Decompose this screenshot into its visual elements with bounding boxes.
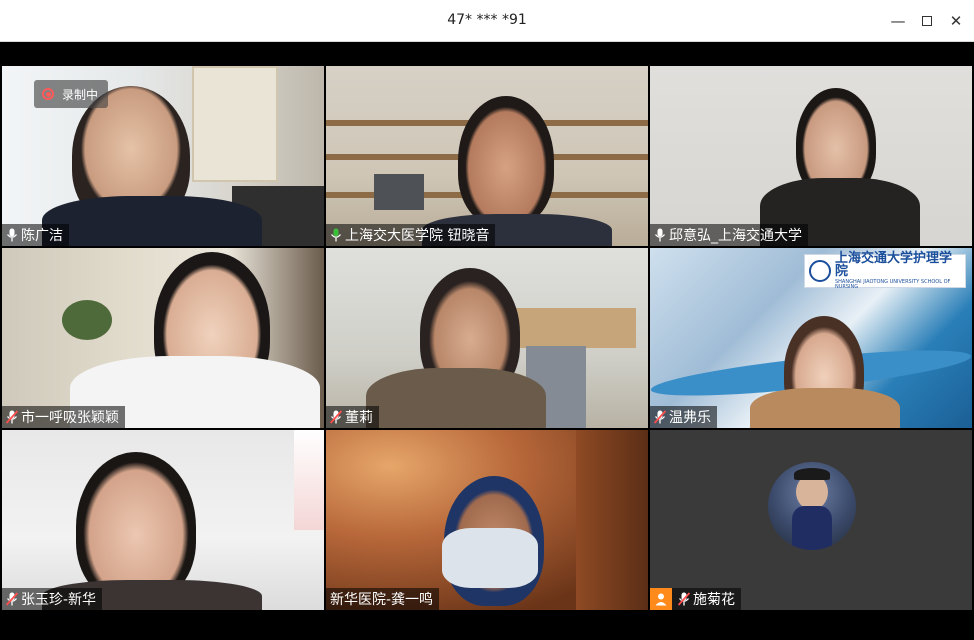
participant-face bbox=[458, 96, 554, 226]
participant-namebar: 邱意弘_上海交通大学 bbox=[650, 224, 808, 246]
participant-namebar: 陈广洁 bbox=[2, 224, 69, 246]
participant-namebar: 新华医院-龚一鸣 bbox=[326, 588, 440, 610]
mic-icon bbox=[654, 228, 666, 242]
mic-muted-icon bbox=[330, 410, 342, 424]
participant-body bbox=[750, 388, 900, 428]
maximize-button[interactable] bbox=[916, 10, 938, 32]
video-tile[interactable]: 张玉珍-新华 bbox=[2, 430, 324, 610]
wall-calligraphy bbox=[192, 66, 278, 182]
window-decoration bbox=[294, 430, 324, 530]
recording-label: 录制中 bbox=[62, 87, 99, 102]
participant-name: 新华医院-龚一鸣 bbox=[330, 592, 434, 608]
participant-name: 市一呼吸张颖颖 bbox=[21, 410, 119, 426]
mic-icon bbox=[6, 228, 18, 242]
minimize-icon: — bbox=[890, 12, 906, 30]
video-grid: 录制中 陈广洁 上海交大医学院 钮晓音 邱意弘_上海交通大学 市一呼吸张颖颖 董… bbox=[2, 66, 972, 612]
logo-title: 上海交通大学护理学院 bbox=[835, 251, 953, 279]
participant-avatar bbox=[768, 462, 856, 550]
maximize-icon bbox=[922, 16, 932, 26]
participant-name: 张玉珍-新华 bbox=[21, 592, 97, 608]
close-button[interactable]: ✕ bbox=[945, 10, 967, 32]
video-tile[interactable]: 上海交通大学护理学院 SHANGHAI JIAOTONG UNIVERSITY … bbox=[650, 248, 972, 428]
window-titlebar: 47* *** *91 — ✕ bbox=[0, 0, 974, 42]
participant-namebar: 施菊花 bbox=[650, 588, 741, 610]
participant-body bbox=[42, 196, 262, 246]
video-tile[interactable]: 新华医院-龚一鸣 bbox=[326, 430, 648, 610]
recording-indicator: 录制中 bbox=[34, 80, 109, 108]
school-logo: 上海交通大学护理学院 SHANGHAI JIAOTONG UNIVERSITY … bbox=[804, 251, 966, 290]
logo-subtitle: SHANGHAI JIAOTONG UNIVERSITY SCHOOL OF N… bbox=[835, 279, 951, 290]
video-tile[interactable]: 录制中 陈广洁 bbox=[2, 66, 324, 246]
participant-body bbox=[366, 368, 546, 428]
participant-name: 董莉 bbox=[345, 410, 373, 426]
participant-name: 施菊花 bbox=[693, 592, 735, 608]
video-tile[interactable]: 市一呼吸张颖颖 bbox=[2, 248, 324, 428]
participant-name: 陈广洁 bbox=[21, 228, 63, 244]
mic-muted-icon bbox=[678, 592, 690, 606]
wood-panel bbox=[576, 430, 648, 610]
face-mask bbox=[442, 528, 538, 588]
video-tile-camera-off[interactable]: 施菊花 bbox=[650, 430, 972, 610]
participant-namebar: 温弗乐 bbox=[650, 406, 717, 428]
video-tile[interactable]: 邱意弘_上海交通大学 bbox=[650, 66, 972, 246]
close-icon: ✕ bbox=[949, 12, 963, 30]
participant-namebar: 市一呼吸张颖颖 bbox=[2, 406, 125, 428]
video-tile[interactable]: 董莉 bbox=[326, 248, 648, 428]
plant bbox=[62, 300, 112, 340]
participant-name: 上海交大医学院 钮晓音 bbox=[345, 228, 490, 244]
top-toolbar-area bbox=[2, 42, 972, 66]
window-title: 47* *** *91 bbox=[447, 12, 527, 28]
mic-muted-icon bbox=[654, 410, 666, 424]
bottom-toolbar-area bbox=[2, 612, 972, 638]
mic-muted-icon bbox=[6, 592, 18, 606]
monitor bbox=[374, 174, 424, 210]
record-icon bbox=[42, 88, 54, 100]
mic-muted-icon bbox=[6, 410, 18, 424]
school-emblem-icon bbox=[809, 260, 831, 282]
participant-namebar: 董莉 bbox=[326, 406, 379, 428]
user-profile-icon bbox=[650, 588, 672, 610]
participant-namebar: 张玉珍-新华 bbox=[2, 588, 103, 610]
minimize-button[interactable]: — bbox=[887, 10, 909, 32]
participant-name: 温弗乐 bbox=[669, 410, 711, 426]
participant-name: 邱意弘_上海交通大学 bbox=[669, 228, 802, 244]
video-tile-active-speaker[interactable]: 上海交大医学院 钮晓音 bbox=[326, 66, 648, 246]
mic-speaking-icon bbox=[330, 228, 342, 242]
participant-namebar: 上海交大医学院 钮晓音 bbox=[326, 224, 496, 246]
boxes bbox=[516, 308, 636, 348]
